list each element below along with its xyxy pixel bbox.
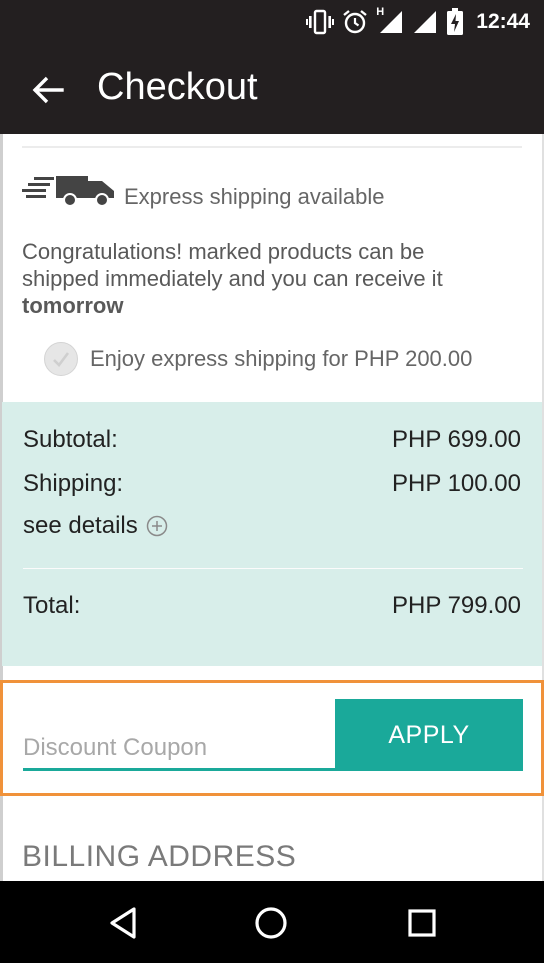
back-button[interactable]	[28, 70, 70, 110]
total-value: PHP 799.00	[392, 592, 521, 619]
nav-recents-button[interactable]	[402, 903, 442, 943]
vibrate-icon	[306, 9, 335, 35]
express-shipping-option[interactable]: Enjoy express shipping for PHP 200.00	[44, 342, 472, 376]
nav-back-button[interactable]	[104, 903, 144, 943]
express-option-label: Enjoy express shipping for PHP 200.00	[90, 346, 473, 371]
battery-charging-icon	[447, 8, 464, 35]
express-message-text: Congratulations! marked products can be …	[22, 239, 443, 291]
shipping-value: PHP 100.00	[392, 470, 521, 497]
express-shipping-title: Express shipping available	[124, 184, 385, 209]
top-divider	[22, 146, 522, 148]
discount-coupon-input[interactable]	[23, 711, 335, 771]
total-row: Total: PHP 799.00	[23, 592, 521, 620]
coupon-highlight-box: APPLY	[0, 680, 544, 796]
arrow-back-icon	[32, 76, 64, 104]
see-details-link[interactable]: see details	[23, 512, 168, 540]
total-label: Total:	[23, 592, 81, 619]
billing-address-heading: BILLING ADDRESS	[22, 840, 297, 873]
status-bar: H 12:44	[0, 0, 544, 44]
shipping-row: Shipping: PHP 100.00	[23, 470, 521, 498]
summary-divider	[23, 568, 523, 569]
navigation-bar	[0, 881, 544, 963]
recents-square-icon	[408, 909, 436, 937]
order-summary: Subtotal: PHP 699.00 Shipping: PHP 100.0…	[2, 402, 542, 666]
signal-h-icon: H	[376, 6, 404, 35]
back-triangle-icon	[110, 907, 136, 939]
signal-icon	[414, 11, 437, 33]
alarm-icon	[343, 10, 368, 34]
nav-home-button[interactable]	[251, 903, 291, 943]
page-title: Checkout	[97, 66, 258, 108]
express-message-bold: tomorrow	[22, 293, 124, 318]
express-shipping-message: Congratulations! marked products can be …	[22, 238, 502, 319]
checkmark-icon	[53, 352, 70, 367]
app-bar: Checkout	[0, 44, 544, 134]
plus-circle-icon	[146, 515, 167, 537]
apply-button[interactable]: APPLY	[335, 699, 523, 771]
subtotal-label: Subtotal:	[23, 426, 118, 453]
subtotal-row: Subtotal: PHP 699.00	[23, 426, 521, 454]
subtotal-value: PHP 699.00	[392, 426, 521, 453]
shipping-label: Shipping:	[23, 470, 124, 497]
express-checkbox[interactable]	[44, 342, 78, 376]
status-icons: H 12:44	[306, 6, 530, 38]
home-circle-icon	[255, 907, 287, 939]
see-details-label: see details	[23, 512, 138, 539]
status-clock: 12:44	[476, 10, 530, 33]
fast-truck-icon	[22, 176, 114, 207]
